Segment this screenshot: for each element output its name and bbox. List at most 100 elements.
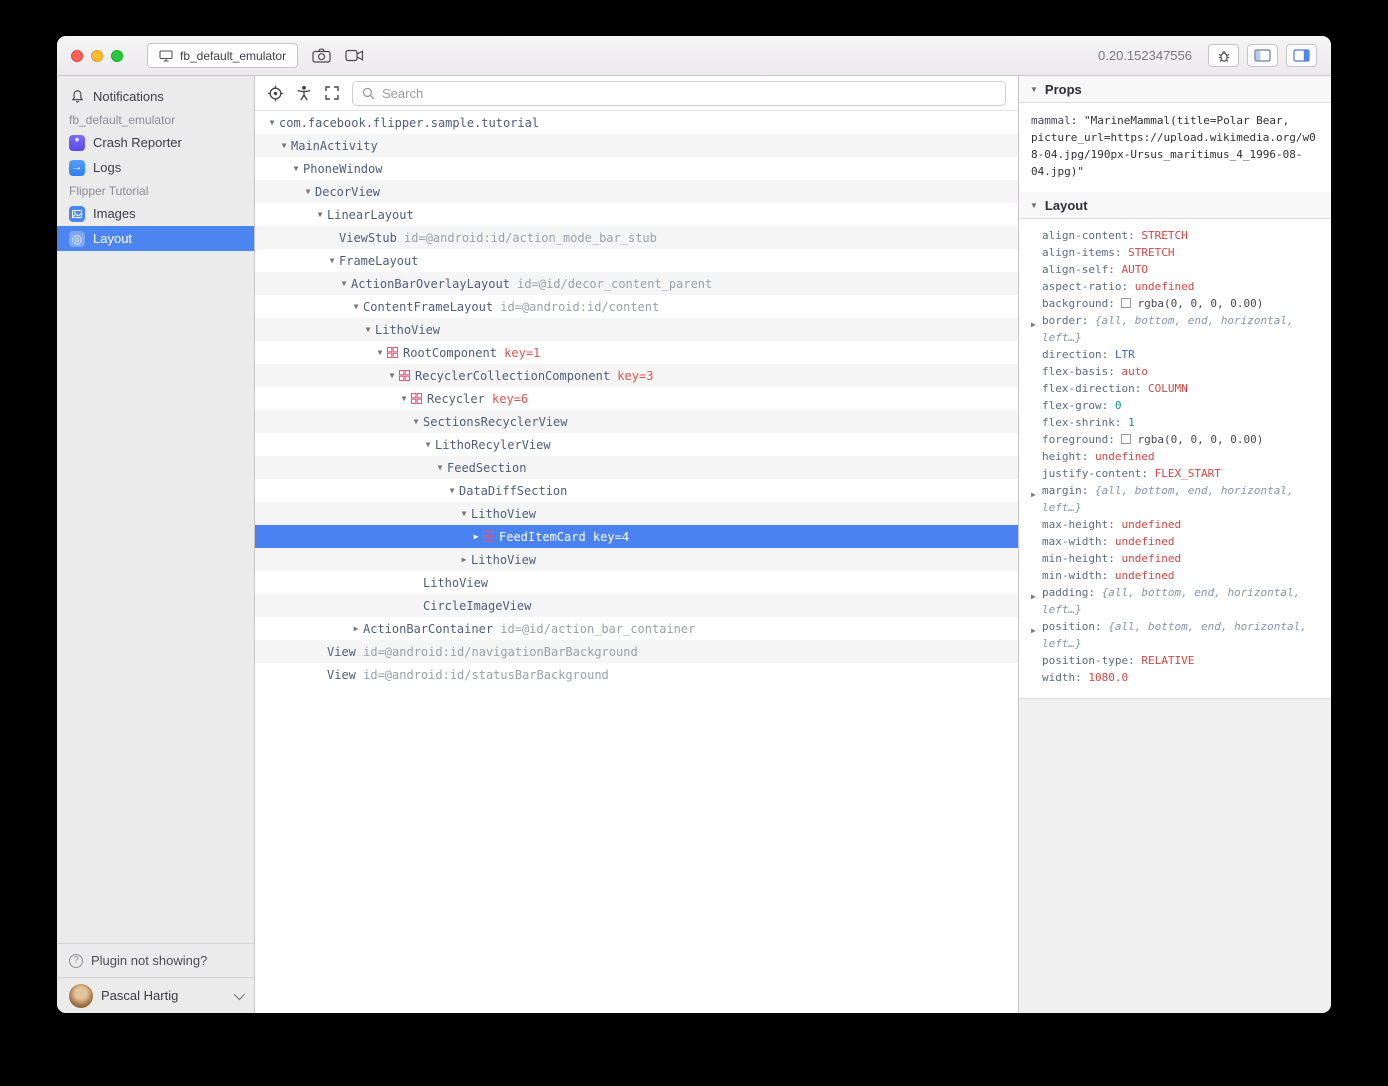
toggle-left-sidebar-button[interactable] [1247, 44, 1278, 67]
tree-node-mainactivity[interactable]: ▼MainActivity [255, 134, 1018, 157]
layout-prop-width[interactable]: width: 1080.0 [1031, 669, 1319, 686]
prop-expand-icon[interactable]: ▶ [1031, 486, 1036, 503]
layout-prop-margin[interactable]: ▶margin: {all, bottom, end, horizontal, … [1031, 482, 1319, 516]
layout-prop-padding[interactable]: ▶padding: {all, bottom, end, horizontal,… [1031, 584, 1319, 618]
layout-prop-align-self[interactable]: align-self: AUTO [1031, 261, 1319, 278]
screenshot-button[interactable] [312, 48, 331, 63]
tree-node-linearlayout[interactable]: ▼LinearLayout [255, 203, 1018, 226]
accessibility-mode-button[interactable] [296, 85, 312, 101]
tree-node-name: com.facebook.flipper.sample.tutorial [279, 116, 539, 130]
layout-prop-flex-direction[interactable]: flex-direction: COLUMN [1031, 380, 1319, 397]
layout-prop-flex-shrink[interactable]: flex-shrink: 1 [1031, 414, 1319, 431]
collapse-arrow-icon[interactable]: ▼ [361, 325, 375, 334]
collapse-arrow-icon[interactable]: ▼ [409, 417, 423, 426]
color-swatch[interactable] [1121, 298, 1131, 308]
layout-prop-justify-content[interactable]: justify-content: FLEX_START [1031, 465, 1319, 482]
collapse-arrow-icon[interactable]: ▼ [277, 141, 291, 150]
layout-prop-flex-basis[interactable]: flex-basis: auto [1031, 363, 1319, 380]
layout-section-header[interactable]: ▼ Layout [1019, 192, 1331, 219]
expand-arrow-icon[interactable]: ▶ [457, 555, 471, 564]
tree-node-contentframelayout[interactable]: ▼ContentFrameLayout id=@android:id/conte… [255, 295, 1018, 318]
tree-node-lithoview[interactable]: ▼LithoView [255, 318, 1018, 341]
tree-node-actionbaroverlaylayout[interactable]: ▼ActionBarOverlayLayout id=@id/decor_con… [255, 272, 1018, 295]
tree-node-lithoview[interactable]: ▼LithoView [255, 502, 1018, 525]
prop-expand-icon[interactable]: ▶ [1031, 622, 1036, 639]
layout-prop-align-items[interactable]: align-items: STRETCH [1031, 244, 1319, 261]
target-mode-button[interactable] [267, 85, 284, 102]
collapse-arrow-icon[interactable]: ▼ [397, 394, 411, 403]
collapse-arrow-icon[interactable]: ▼ [337, 279, 351, 288]
layout-prop-background[interactable]: background: rgba(0, 0, 0, 0.00) [1031, 295, 1319, 312]
color-swatch[interactable] [1121, 434, 1131, 444]
collapse-arrow-icon[interactable]: ▼ [385, 371, 399, 380]
collapse-arrow-icon[interactable]: ▼ [313, 210, 327, 219]
zoom-button[interactable] [111, 50, 123, 62]
tree-node-decorview[interactable]: ▼DecorView [255, 180, 1018, 203]
props-section-header[interactable]: ▼ Props [1019, 76, 1331, 103]
sidebar-item-layout[interactable]: ◎ Layout [57, 226, 254, 251]
collapse-arrow-icon[interactable]: ▼ [349, 302, 363, 311]
tree-node-lithoview[interactable]: LithoView [255, 571, 1018, 594]
tree-node-feeditemcard[interactable]: ▶FeedItemCard key=4 [255, 525, 1018, 548]
tree-node-actionbarcontainer[interactable]: ▶ActionBarContainer id=@id/action_bar_co… [255, 617, 1018, 640]
layout-prop-height[interactable]: height: undefined [1031, 448, 1319, 465]
tree-node-recyclercollectioncomponent[interactable]: ▼RecyclerCollectionComponent key=3 [255, 364, 1018, 387]
device-selector-button[interactable]: fb_default_emulator [147, 43, 298, 68]
prop-expand-icon[interactable]: ▶ [1031, 316, 1036, 333]
layout-prop-position-type[interactable]: position-type: RELATIVE [1031, 652, 1319, 669]
tree-node-circleimageview[interactable]: CircleImageView [255, 594, 1018, 617]
collapse-arrow-icon[interactable]: ▼ [421, 440, 435, 449]
layout-prop-aspect-ratio[interactable]: aspect-ratio: undefined [1031, 278, 1319, 295]
tree-node-recycler[interactable]: ▼Recycler key=6 [255, 387, 1018, 410]
window-titlebar[interactable]: fb_default_emulator 0.20.152347556 [57, 36, 1331, 76]
layout-prop-min-height[interactable]: min-height: undefined [1031, 550, 1319, 567]
tree-node-feedsection[interactable]: ▼FeedSection [255, 456, 1018, 479]
tree-node-phonewindow[interactable]: ▼PhoneWindow [255, 157, 1018, 180]
collapse-arrow-icon[interactable]: ▼ [289, 164, 303, 173]
collapse-arrow-icon[interactable]: ▼ [265, 118, 279, 127]
expand-arrow-icon[interactable]: ▶ [469, 532, 483, 541]
tree-node-view[interactable]: View id=@android:id/navigationBarBackgro… [255, 640, 1018, 663]
tree-node-lithorecylerview[interactable]: ▼LithoRecylerView [255, 433, 1018, 456]
sidebar-item-logs[interactable]: → Logs [57, 155, 254, 180]
tree-node-com.facebook.flipper.sample.tutorial[interactable]: ▼com.facebook.flipper.sample.tutorial [255, 111, 1018, 134]
sidebar-item-images[interactable]: Images [57, 201, 254, 226]
close-button[interactable] [71, 50, 83, 62]
expand-arrow-icon[interactable]: ▶ [349, 624, 363, 633]
search-box[interactable] [352, 81, 1006, 106]
prop-expand-icon[interactable]: ▶ [1031, 588, 1036, 605]
layout-prop-align-content[interactable]: align-content: STRETCH [1031, 227, 1319, 244]
tree-node-lithoview[interactable]: ▶LithoView [255, 548, 1018, 571]
collapse-arrow-icon[interactable]: ▼ [433, 463, 447, 472]
toggle-right-sidebar-button[interactable] [1286, 44, 1317, 67]
tree-node-rootcomponent[interactable]: ▼RootComponent key=1 [255, 341, 1018, 364]
minimize-button[interactable] [91, 50, 103, 62]
layout-prop-flex-grow[interactable]: flex-grow: 0 [1031, 397, 1319, 414]
sidebar-item-notifications[interactable]: Notifications [57, 84, 254, 109]
user-menu[interactable]: Pascal Hartig [57, 977, 254, 1013]
collapse-arrow-icon[interactable]: ▼ [325, 256, 339, 265]
tree-node-view[interactable]: View id=@android:id/statusBarBackground [255, 663, 1018, 686]
layout-prop-max-height[interactable]: max-height: undefined [1031, 516, 1319, 533]
collapse-arrow-icon[interactable]: ▼ [445, 486, 459, 495]
collapse-arrow-icon[interactable]: ▼ [457, 509, 471, 518]
layout-prop-foreground[interactable]: foreground: rgba(0, 0, 0, 0.00) [1031, 431, 1319, 448]
tree-node-attribute: id=@android:id/content [493, 300, 659, 314]
tree-node-framelayout[interactable]: ▼FrameLayout [255, 249, 1018, 272]
layout-prop-border[interactable]: ▶border: {all, bottom, end, horizontal, … [1031, 312, 1319, 346]
tree-node-viewstub[interactable]: ViewStub id=@android:id/action_mode_bar_… [255, 226, 1018, 249]
sidebar-item-crash-reporter[interactable]: * Crash Reporter [57, 130, 254, 155]
layout-prop-min-width[interactable]: min-width: undefined [1031, 567, 1319, 584]
expand-view-button[interactable] [324, 85, 340, 101]
collapse-arrow-icon[interactable]: ▼ [373, 348, 387, 357]
layout-prop-max-width[interactable]: max-width: undefined [1031, 533, 1319, 550]
tree-node-datadiffsection[interactable]: ▼DataDiffSection [255, 479, 1018, 502]
screen-record-button[interactable] [345, 49, 364, 62]
plugin-help-row[interactable]: ? Plugin not showing? [57, 943, 254, 977]
layout-prop-direction[interactable]: direction: LTR [1031, 346, 1319, 363]
tree-node-sectionsrecyclerview[interactable]: ▼SectionsRecyclerView [255, 410, 1018, 433]
search-input[interactable] [382, 86, 996, 101]
bug-report-button[interactable] [1208, 44, 1239, 67]
layout-prop-position[interactable]: ▶position: {all, bottom, end, horizontal… [1031, 618, 1319, 652]
collapse-arrow-icon[interactable]: ▼ [301, 187, 315, 196]
